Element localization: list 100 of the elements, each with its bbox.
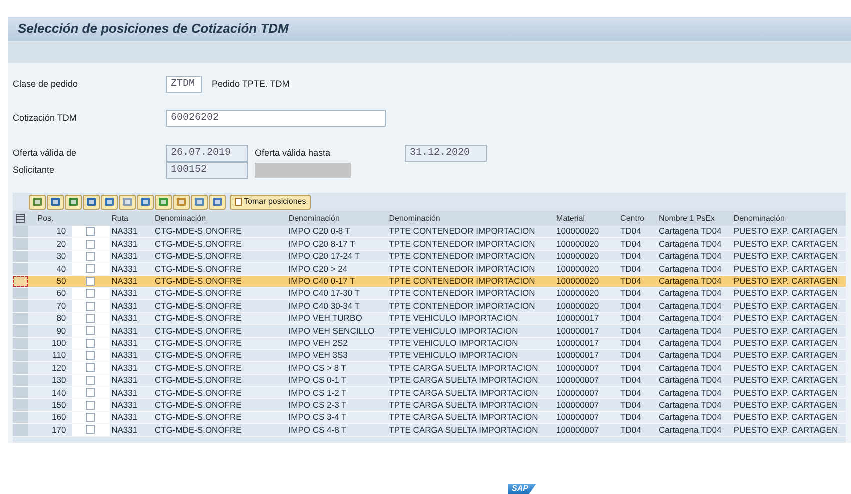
table-cell-text: 130 bbox=[50, 376, 68, 385]
table-row[interactable]: 170 NA331 CTG-MDE-S.ONOFRE IMPO CS 4-8 T TPTE CARGA SUELTA IMPORTACION 100000007 TD04 Cartagena TD04 PUESTO EXP. CARTAGEN bbox=[13, 424, 846, 437]
column-header[interactable]: Denominación bbox=[387, 212, 555, 224]
column-header[interactable]: Ruta bbox=[110, 212, 153, 224]
toolbar-icon[interactable] bbox=[191, 194, 208, 210]
checkbox[interactable] bbox=[86, 400, 96, 410]
column-header[interactable]: Denominación bbox=[732, 212, 846, 224]
table-row[interactable]: 10 NA331 CTG-MDE-S.ONOFRE IMPO C20 0-8 T TPTE CONTENEDOR IMPORTACION 100000020 TD04 Cartagena TD04 PUESTO EXP. CARTAGEN bbox=[13, 226, 846, 238]
checkbox[interactable] bbox=[86, 413, 96, 422]
column-header[interactable]: Pos. bbox=[28, 212, 110, 224]
table-row[interactable]: 160 NA331 CTG-MDE-S.ONOFRE IMPO CS 3-4 T TPTE CARGA SUELTA IMPORTACION 100000007 TD04 Cartagena TD04 PUESTO EXP. CARTAGEN bbox=[13, 412, 846, 424]
table-cell-text: TD04 bbox=[620, 252, 642, 261]
table-cell-text: 10 bbox=[56, 227, 68, 236]
table-row[interactable]: 120 NA331 CTG-MDE-S.ONOFRE IMPO CS > 8 T TPTE CARGA SUELTA IMPORTACION 100000007 TD04 Cartagena TD04 PUESTO EXP. CARTAGEN bbox=[13, 362, 846, 375]
column-header[interactable]: Centro bbox=[618, 212, 657, 224]
table-cell-text: PUESTO EXP. CARTAGEN bbox=[732, 351, 840, 360]
column-header[interactable]: Denominación bbox=[152, 212, 287, 224]
table-row[interactable]: 80 NA331 CTG-MDE-S.ONOFRE IMPO VEH TURBO TPTE VEHICULO IMPORTACION 100000017 TD04 Cartagena TD04 PUESTO EXP. CARTAGEN bbox=[13, 312, 846, 326]
table-cell-text: IMPO VEH TURBO bbox=[288, 314, 364, 323]
table-cell-text: Cartagena TD04 bbox=[658, 289, 723, 298]
checkbox[interactable] bbox=[86, 264, 96, 274]
input-field[interactable]: 60026202 bbox=[166, 110, 386, 127]
table-cell-text: NA331 bbox=[110, 264, 139, 274]
table-cell-text: 120 bbox=[50, 364, 68, 372]
table-cell-text: NA331 bbox=[110, 314, 139, 323]
table-cell-text: 100000017 bbox=[556, 351, 600, 360]
checkbox[interactable] bbox=[86, 314, 96, 323]
table-cell-text: CTG-MDE-S.ONOFRE bbox=[154, 302, 243, 310]
checkbox[interactable] bbox=[86, 276, 96, 286]
toolbar-icon[interactable] bbox=[155, 194, 172, 210]
input-field[interactable]: ZTDM bbox=[166, 76, 202, 93]
toolbar-icon[interactable] bbox=[101, 194, 118, 210]
checkbox[interactable] bbox=[86, 351, 96, 360]
input-field[interactable]: 31.12.2020 bbox=[405, 145, 487, 162]
table-cell-text: TD04 bbox=[620, 314, 642, 323]
table-row[interactable]: 110 NA331 CTG-MDE-S.ONOFRE IMPO VEH 3S3 TPTE VEHICULO IMPORTACION 100000017 TD04 Cartagena TD04 PUESTO EXP. CARTAGEN bbox=[13, 350, 846, 362]
table-cell-text: TD04 bbox=[620, 400, 642, 410]
toolbar-icon[interactable] bbox=[137, 194, 154, 210]
table-cell-text: TD04 bbox=[620, 376, 642, 385]
toolbar-icon[interactable] bbox=[65, 194, 82, 210]
table-cell-text: PUESTO EXP. CARTAGEN bbox=[732, 326, 840, 336]
checkbox[interactable] bbox=[86, 338, 96, 348]
column-header[interactable]: Nombre 1 PsEx bbox=[656, 212, 732, 224]
toolbar-icon[interactable] bbox=[47, 194, 64, 210]
table-cell-text: PUESTO EXP. CARTAGEN bbox=[732, 302, 840, 310]
table-cell-text: PUESTO EXP. CARTAGEN bbox=[732, 227, 840, 236]
field-label: Oferta válida hasta bbox=[255, 146, 332, 160]
checkbox[interactable] bbox=[86, 425, 96, 434]
checkbox[interactable] bbox=[86, 240, 96, 249]
input-field[interactable]: 26.07.2019 bbox=[166, 145, 248, 162]
table-row[interactable]: 150 NA331 CTG-MDE-S.ONOFRE IMPO CS 2-3 T TPTE CARGA SUELTA IMPORTACION 100000007 TD04 Cartagena TD04 PUESTO EXP. CARTAGEN bbox=[13, 399, 846, 412]
table-cell-text: TPTE VEHICULO IMPORTACION bbox=[388, 338, 520, 348]
toolbar-icon[interactable] bbox=[119, 194, 136, 210]
table-cell-text: IMPO VEH SENCILLO bbox=[288, 326, 376, 336]
table-cell-text: TPTE CONTENEDOR IMPORTACION bbox=[388, 277, 536, 286]
checkbox[interactable] bbox=[86, 376, 96, 385]
table-cell-text: IMPO C40 17-30 T bbox=[288, 289, 361, 298]
table-cell-text: Cartagena TD04 bbox=[658, 426, 723, 434]
table-row[interactable]: 50 NA331 CTG-MDE-S.ONOFRE IMPO C40 0-17 T TPTE CONTENEDOR IMPORTACION 100000020 TD04 Cartagena TD04 PUESTO EXP. CARTAGEN bbox=[13, 276, 846, 288]
column-header[interactable]: Material bbox=[554, 212, 619, 224]
table-cell-text: NA331 bbox=[110, 240, 139, 248]
table-cell-text: Cartagena TD04 bbox=[658, 376, 723, 385]
checkbox[interactable] bbox=[86, 388, 96, 398]
table-cell-text: TPTE VEHICULO IMPORTACION bbox=[388, 351, 520, 360]
table-cell-text: Cartagena TD04 bbox=[658, 326, 723, 336]
checkbox[interactable] bbox=[86, 326, 96, 336]
table-row[interactable]: 130 NA331 CTG-MDE-S.ONOFRE IMPO CS 0-1 T TPTE CARGA SUELTA IMPORTACION 100000007 TD04 Cartagena TD04 PUESTO EXP. CARTAGEN bbox=[13, 374, 846, 388]
checkbox[interactable] bbox=[86, 363, 96, 372]
table-row[interactable]: 40 NA331 CTG-MDE-S.ONOFRE IMPO C20 > 24 TPTE CONTENEDOR IMPORTACION 100000020 TD04 Cartagena TD04 PUESTO EXP. CARTAGEN bbox=[13, 263, 846, 276]
checkbox[interactable] bbox=[86, 252, 96, 261]
table-row[interactable]: 30 NA331 CTG-MDE-S.ONOFRE IMPO C20 17-24 T TPTE CONTENEDOR IMPORTACION 100000020 TD04 Cartagena TD04 PUESTO EXP. CARTAGEN bbox=[13, 250, 846, 264]
toolbar-icon[interactable] bbox=[209, 194, 226, 210]
table-cell-text: IMPO CS 0-1 T bbox=[288, 376, 348, 385]
table-cell-text: PUESTO EXP. CARTAGEN bbox=[732, 240, 840, 248]
table-row[interactable]: 70 NA331 CTG-MDE-S.ONOFRE IMPO C40 30-34 T TPTE CONTENEDOR IMPORTACION 100000020 TD04 Cartagena TD04 PUESTO EXP. CARTAGEN bbox=[13, 300, 846, 313]
toolbar-icon[interactable] bbox=[29, 194, 46, 210]
table-settings-icon[interactable] bbox=[16, 214, 25, 223]
column-header[interactable]: Denominación bbox=[286, 212, 388, 224]
row-selector[interactable] bbox=[13, 276, 28, 287]
field-label: Oferta válida de bbox=[13, 146, 78, 160]
field-label: Clase de pedido bbox=[13, 78, 80, 91]
table-row[interactable]: 60 NA331 CTG-MDE-S.ONOFRE IMPO C40 17-30 T TPTE CONTENEDOR IMPORTACION 100000020 TD04 Cartagena TD04 PUESTO EXP. CARTAGEN bbox=[13, 288, 846, 300]
checkbox[interactable] bbox=[86, 289, 96, 298]
table-cell-text: Cartagena TD04 bbox=[658, 413, 723, 422]
table-row[interactable]: 90 NA331 CTG-MDE-S.ONOFRE IMPO VEH SENCILLO TPTE VEHICULO IMPORTACION 100000017 TD04 Cartagena TD04 PUESTO EXP. CARTAGEN bbox=[13, 325, 846, 338]
toolbar-icon[interactable] bbox=[173, 194, 190, 210]
table-cell-text: TD04 bbox=[620, 326, 642, 336]
checkbox[interactable] bbox=[86, 227, 96, 236]
checkbox[interactable] bbox=[86, 302, 96, 311]
table-row[interactable]: 20 NA331 CTG-MDE-S.ONOFRE IMPO C20 8-17 T TPTE CONTENEDOR IMPORTACION 100000020 TD04 Cartagena TD04 PUESTO EXP. CARTAGEN bbox=[13, 238, 846, 251]
sap-logo: SAP bbox=[508, 484, 536, 494]
table-cell-text: CTG-MDE-S.ONOFRE bbox=[154, 289, 243, 298]
table-cell-text: IMPO C20 8-17 T bbox=[288, 240, 356, 248]
take-positions-button[interactable]: Tomar posiciones bbox=[230, 194, 312, 210]
table-row[interactable]: 140 NA331 CTG-MDE-S.ONOFRE IMPO CS 1-2 T TPTE CARGA SUELTA IMPORTACION 100000007 TD04 Cartagena TD04 PUESTO EXP. CARTAGEN bbox=[13, 387, 846, 400]
toolbar-icon[interactable] bbox=[83, 194, 100, 210]
table-cell-text: NA331 bbox=[110, 376, 139, 385]
table-cell-text: PUESTO EXP. CARTAGEN bbox=[732, 413, 840, 422]
table-row[interactable]: 100 NA331 CTG-MDE-S.ONOFRE IMPO VEH 2S2 TPTE VEHICULO IMPORTACION 100000017 TD04 Cartagena TD04 PUESTO EXP. CARTAGEN bbox=[13, 338, 846, 350]
input-field[interactable]: 100152 bbox=[166, 162, 248, 179]
